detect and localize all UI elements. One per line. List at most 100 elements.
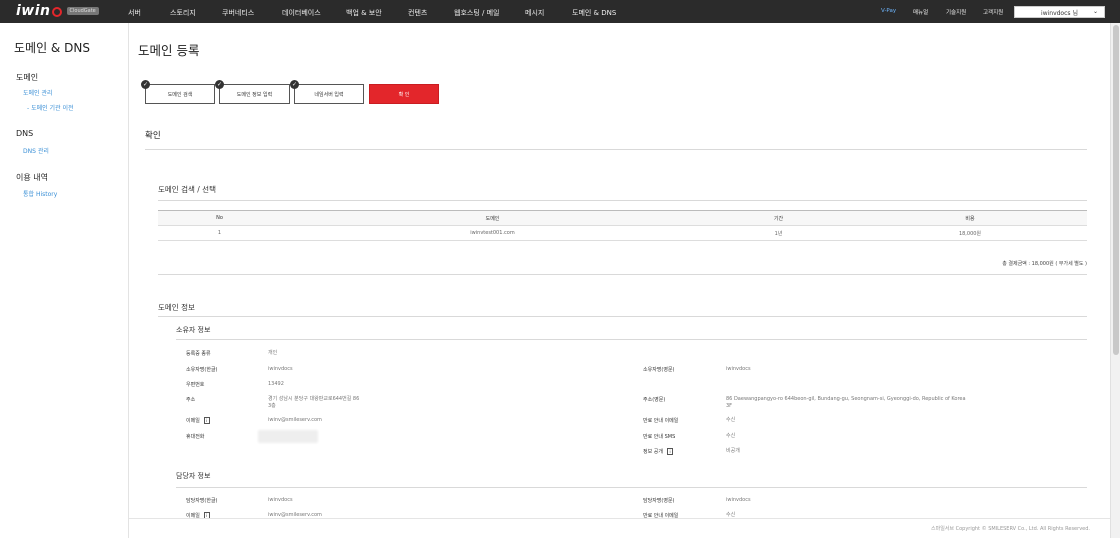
check-icon: ✓ <box>215 80 224 89</box>
manager-name-kr-label: 담당자명(한글) <box>186 498 218 504</box>
domain-info-heading: 도메인 정보 <box>158 303 195 312</box>
chevron-down-icon: ⌄ <box>1092 8 1098 15</box>
email-label-row: 이메일 i <box>186 417 210 424</box>
expire-email-label: 만료 안내 이메일 <box>643 418 679 424</box>
sidebar-item-domain-manage[interactable]: 도메인 관리 <box>23 88 53 97</box>
address-label: 주소 <box>186 397 196 403</box>
info-icon[interactable]: i <box>203 417 210 424</box>
nav-manual-link[interactable]: 매뉴얼 <box>913 8 928 16</box>
page-title: 도메인 등록 <box>138 43 200 58</box>
divider <box>158 200 1087 201</box>
divider <box>145 149 1087 150</box>
nav-item-database[interactable]: 데이터베이스 <box>282 8 321 18</box>
zip-value: 13492 <box>268 381 284 387</box>
page-scrollbar[interactable] <box>1110 23 1120 538</box>
divider <box>158 274 1087 275</box>
step-confirm[interactable]: 확 인 <box>369 84 439 104</box>
logo-badge: CloudGate <box>66 7 99 15</box>
logo-ring-icon <box>51 7 62 17</box>
address-line1: 경기 성남시 분당구 대왕판교로644번길 86 <box>268 396 360 402</box>
sidebar: 도메인 & DNS 도메인 도메인 관리 - 도메인 기관 이전 DNS DNS… <box>0 23 129 538</box>
nav-item-backup-security[interactable]: 백업 & 보안 <box>346 8 382 18</box>
expire-sms-value: 수신 <box>726 433 736 439</box>
owner-name-kr-value: iwinvdocs <box>268 366 293 372</box>
step-domain-info[interactable]: ✓ 도메인 정보 입력 <box>215 80 290 104</box>
domain-summary-table: No 도메인 기간 비용 1 iwinvtest001.com 1년 18,00… <box>158 210 1087 241</box>
step-nameserver[interactable]: ✓ 네임서버 입력 <box>290 80 364 104</box>
sidebar-item-domain-transfer[interactable]: - 도메인 기관 이전 <box>27 103 74 112</box>
sidebar-item-history[interactable]: 통합 History <box>23 189 57 198</box>
owner-name-en-value: iwinvdocs <box>726 366 751 372</box>
nav-item-message[interactable]: 메시지 <box>525 8 544 18</box>
address-en-line2: 3F <box>726 403 733 409</box>
table-header-row: No 도메인 기간 비용 <box>158 210 1087 226</box>
nav-item-storage[interactable]: 스토리지 <box>170 8 196 18</box>
cell-no: 1 <box>158 225 281 241</box>
copyright-text: 스마일서브 Copyright © SMILESERV Co., Ltd. Al… <box>931 526 1090 532</box>
phone-label: 휴대전화 <box>186 434 205 440</box>
logo-text: iwin <box>16 3 51 19</box>
cell-period: 1년 <box>704 225 853 241</box>
info-icon[interactable]: i <box>667 448 673 455</box>
top-nav: iwin CloudGate 서버 스토리지 쿠버네티스 데이터베이스 백업 &… <box>0 0 1120 23</box>
expire-email-value: 수신 <box>726 417 736 423</box>
table-row: 1 iwinvtest001.com 1년 18,000원 <box>158 225 1087 241</box>
privacy-value: 비공개 <box>726 448 740 454</box>
step-domain-search[interactable]: ✓ 도메인 검색 <box>141 80 215 104</box>
nav-customer-support-link[interactable]: 고객지원 <box>983 8 1003 16</box>
privacy-label: 정보 공개 <box>643 449 663 455</box>
nav-tech-support-link[interactable]: 기술지원 <box>946 8 966 16</box>
step-label: 네임서버 입력 <box>314 91 344 98</box>
owner-info-heading: 소유자 정보 <box>176 326 211 334</box>
step-label: 도메인 정보 입력 <box>236 91 273 98</box>
sidebar-item-dns-manage[interactable]: DNS 관리 <box>23 146 49 155</box>
reg-type-label: 등록증 종류 <box>186 351 211 357</box>
sidebar-group-usage: 이용 내역 <box>16 173 48 182</box>
col-domain: 도메인 <box>281 210 704 226</box>
step-label: 도메인 검색 <box>167 91 193 98</box>
manager-info-heading: 담당자 정보 <box>176 472 211 480</box>
privacy-label-row: 정보 공개 i <box>643 448 673 455</box>
divider <box>176 339 1087 340</box>
check-icon: ✓ <box>290 80 299 89</box>
divider <box>176 487 1087 488</box>
address-en-line1: 86 Daewangpangyo-ro 644beon-gil, Bundang… <box>726 396 966 402</box>
expire-sms-label: 만료 안내 SMS <box>643 434 676 440</box>
cell-cost: 18,000원 <box>853 225 1087 241</box>
sidebar-group-dns: DNS <box>16 129 34 138</box>
cell-domain: iwinvtest001.com <box>281 225 704 241</box>
summary-heading: 도메인 검색 / 선택 <box>158 185 216 194</box>
owner-name-en-label: 소유자명(영문) <box>643 367 675 373</box>
zip-label: 우편번호 <box>186 382 205 388</box>
manager-name-kr-value: iwinvdocs <box>268 497 293 503</box>
manager-name-en-value: iwinvdocs <box>726 497 751 503</box>
nav-item-kubernetes[interactable]: 쿠버네티스 <box>222 8 254 18</box>
nav-item-domain-dns[interactable]: 도메인 & DNS <box>572 8 616 18</box>
nav-item-server[interactable]: 서버 <box>128 8 141 18</box>
user-account-select[interactable]: iwinvdocs 님 ⌄ <box>1014 6 1105 18</box>
address-line2: 3층 <box>268 403 276 409</box>
brand-logo[interactable]: iwin CloudGate <box>16 3 99 19</box>
step-label: 확 인 <box>398 91 410 98</box>
nav-vpay-link[interactable]: V-Pay <box>881 8 896 14</box>
nav-item-webhosting-mail[interactable]: 웹호스팅 / 메일 <box>454 8 499 18</box>
phone-value-redacted <box>258 430 318 443</box>
user-name: iwinvdocs 님 <box>1041 9 1078 17</box>
total-amount: 총 결제금액 : 18,000원 ( 부가세 별도 ) <box>1002 261 1087 267</box>
col-no: No <box>158 210 281 226</box>
divider <box>158 316 1087 317</box>
email-value: iwinv@smileserv.com <box>268 417 322 423</box>
col-period: 기간 <box>704 210 853 226</box>
scroll-thumb[interactable] <box>1113 25 1119 355</box>
nav-item-contents[interactable]: 컨텐츠 <box>408 8 427 18</box>
sidebar-group-domain: 도메인 <box>16 73 39 82</box>
confirm-heading: 확인 <box>145 131 161 141</box>
address-en-label: 주소(영문) <box>643 397 666 403</box>
col-cost: 비용 <box>853 210 1087 226</box>
footer: 스마일서브 Copyright © SMILESERV Co., Ltd. Al… <box>129 518 1110 538</box>
sidebar-title: 도메인 & DNS <box>14 41 90 55</box>
check-icon: ✓ <box>141 80 150 89</box>
reg-type-value: 개인 <box>268 350 278 356</box>
manager-name-en-label: 담당자명(영문) <box>643 498 675 504</box>
owner-name-kr-label: 소유자명(한글) <box>186 367 218 373</box>
